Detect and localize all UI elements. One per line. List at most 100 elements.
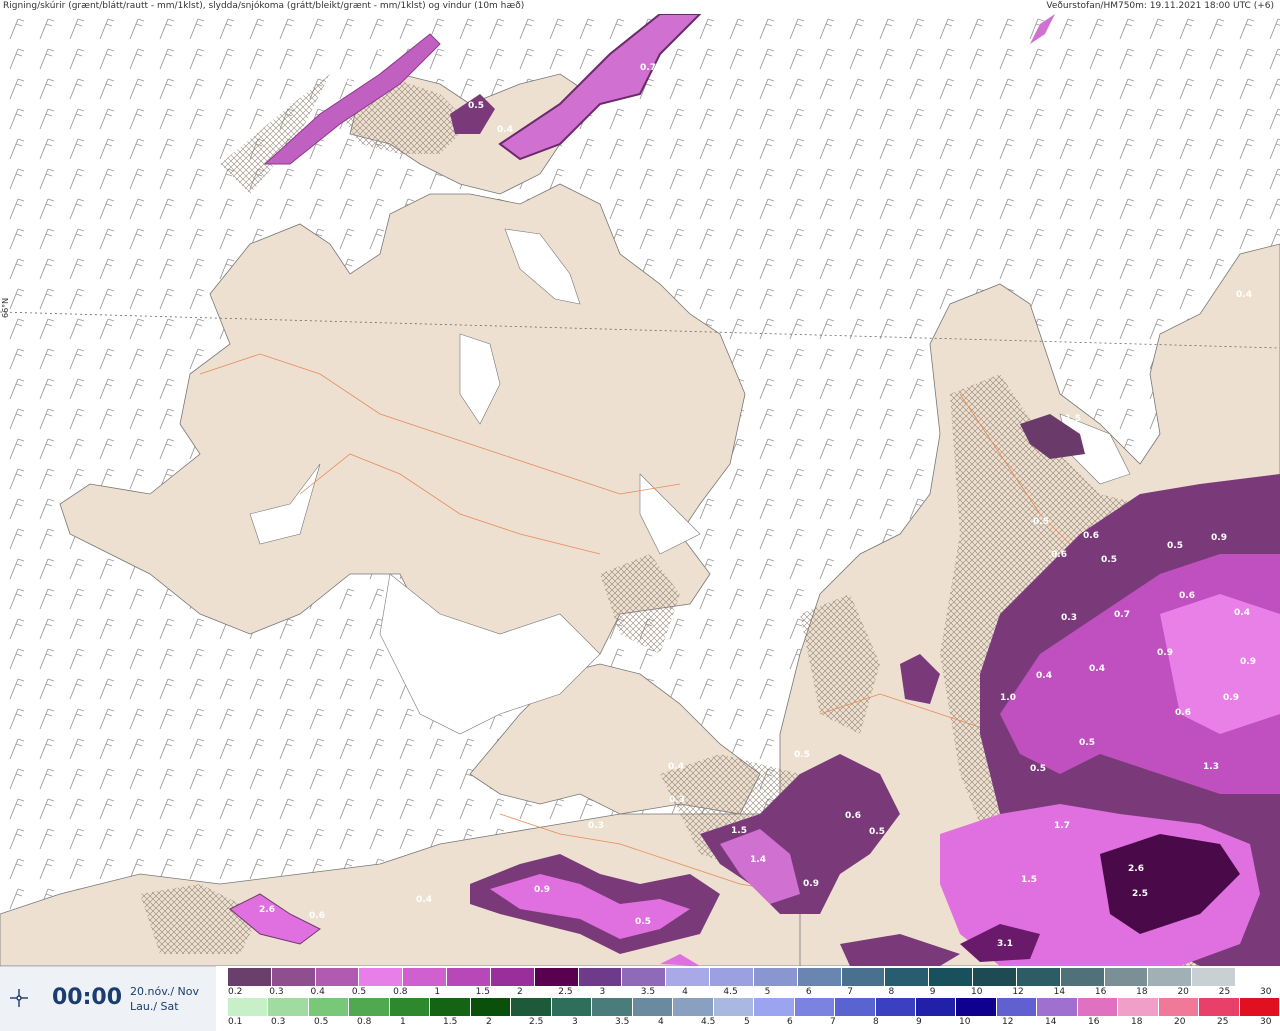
legend-color-cell [875,998,916,1016]
legend-color-cell [797,968,842,986]
precip-value-label: 0.9 [1211,533,1227,543]
precip-value-label: 2.6 [1128,864,1144,874]
legend-color-cell [308,998,350,1016]
forecast-date: 20.nóv./ Nov [130,985,200,998]
legend-color-cell [973,968,1017,986]
precip-value-label: 1.5 [1021,875,1037,885]
weather-map[interactable]: 0.5 0.6 1.6 0.7 0.5 0.4 1.5 0.5 0.6 0.6 0.5 0.5 0.6 0… [0,14,1280,966]
precip-value-label: 0.4 [1089,664,1105,674]
map-canvas: 0.5 0.6 1.6 0.7 0.5 0.4 1.5 0.5 0.6 0.6 0.5 0.5 0.6 0… [0,14,1280,966]
precip-value-label: 0.6 [1083,531,1099,541]
precip-value-label: 0.9 [1157,648,1173,658]
precip-value-label: 0.7 [640,63,656,73]
legend-tick-label: 10 [959,1017,971,1027]
forecast-time-panel[interactable]: 00:00 20.nóv./ Nov Lau./ Sat [0,966,216,1031]
legend-color-cell [835,998,876,1016]
precip-value-label: 0.6 [1051,550,1067,560]
legend-tick-label: 12 [1002,1017,1014,1027]
rain-legend-bar [228,998,1280,1016]
legend-tick-label: 18 [1131,1017,1143,1027]
legend-color-cell [1236,968,1280,986]
legend-tick-label: 8 [888,987,895,997]
legend-tick-label: 14 [1053,987,1066,997]
legend-tick-label: 4.5 [701,1017,716,1027]
legend-tick-label: 8 [873,1017,879,1027]
precip-value-label: 0.9 [534,885,550,895]
legend-tick-label: 12 [1012,987,1024,997]
legend-tick-label: 0.5 [314,1017,329,1027]
precip-value-label: 0.9 [1240,657,1256,667]
legend-tick-label: 0.5 [351,987,367,997]
precip-value-label: 0.5 [468,101,484,111]
legend-tick-label: 25 [1217,1017,1229,1027]
legend-color-cell [1037,998,1078,1016]
legend-tick-label: 7 [830,1017,836,1027]
legend-tick-label: 9 [929,987,936,997]
precip-value-label: 0.7 [1114,610,1130,620]
precip-value-label: 0.5 [869,827,885,837]
precip-value-label: 0.5 [794,750,810,760]
legend-tick-label: 7 [847,987,853,997]
legend-tick-label: 30 [1260,1017,1272,1027]
legend-color-cell [578,968,623,986]
legend-color-cell [841,968,886,986]
legend-tick-label: 25 [1218,987,1231,997]
legend-color-cell [996,998,1038,1016]
legend-color-cell [632,998,674,1016]
precip-value-label: 0.6 [1179,591,1195,601]
legend-color-cell [1239,998,1280,1016]
legend-color-cell [1104,968,1149,986]
legend-tick-label: 4 [682,987,688,997]
legend-tick-label: 2 [486,1017,492,1027]
forecast-weekday: Lau./ Sat [130,1000,179,1013]
legend-color-cell [228,998,269,1016]
legend-color-cell [271,968,316,986]
precip-value-label: 0.4 [416,895,432,905]
legend-tick-label: 1 [434,987,441,997]
legend-tick-label: 0.8 [357,1017,372,1027]
legend-tick-label: 0.1 [228,1017,243,1027]
legend-color-cell [929,968,974,986]
model-run-info: Veðurstofan/HM750m: 19.11.2021 18:00 UTC… [1046,1,1274,11]
precip-value-label: 0.5 [1033,517,1049,527]
legend-color-cell [315,968,360,986]
legend-color-cell [1077,998,1119,1016]
latitude-label: 66°N [1,297,10,318]
precip-value-label: 0.4 [1236,290,1252,300]
legend-color-cell [268,998,309,1016]
legend-color-cell [551,998,593,1016]
precip-value-label: 0.9 [803,879,819,889]
legend-tick-label: 10 [971,987,983,997]
legend-tick-label: 5 [764,987,771,997]
precip-value-label: 1.5 [1065,414,1081,424]
legend-tick-label: 20 [1174,1017,1186,1027]
precip-value-label: 0.6 [309,911,325,921]
legend-color-cell [430,998,471,1016]
legend-tick-label: 1.5 [443,1017,458,1027]
legend-tick-label: 4 [658,1017,664,1027]
legend-color-cell [915,998,957,1016]
forecast-time: 00:00 [52,985,123,1010]
rain-legend-labels: 0.1 0.3 0.5 0.8 1 1.5 2 2.5 3 3.5 4 4.5 5 6 7 8 9 10 12 14 1… [228,1017,1280,1029]
legend-color-cell [470,998,512,1016]
precip-value-label: 0.4 [668,762,684,772]
precip-value-label: 0.5 [1167,541,1183,551]
legend-tick-label: 0.4 [310,987,325,997]
legend-tick-label: 3 [599,987,606,997]
legend-tick-label: 9 [916,1017,922,1027]
precip-value-label: 1.5 [731,826,747,836]
legend-tick-label: 18 [1136,987,1148,997]
legend-color-cell [1016,968,1061,986]
precip-value-label: 0.5 [1101,555,1117,565]
legend-tick-label: 6 [805,987,812,997]
precip-value-label: 1.3 [1203,762,1219,772]
legend-tick-label: 2.5 [529,1017,544,1027]
precip-value-label: 0.5 [635,917,651,927]
legend-color-cell [622,968,667,986]
legend-color-cell [885,968,930,986]
map-description: Rigning/skúrir (grænt/blátt/rautt - mm/1… [3,1,525,11]
legend-color-cell [534,968,579,986]
legend-color-cell [1192,968,1237,986]
legend-color-cell [794,998,836,1016]
precip-value-label: 0.5 [377,45,393,55]
